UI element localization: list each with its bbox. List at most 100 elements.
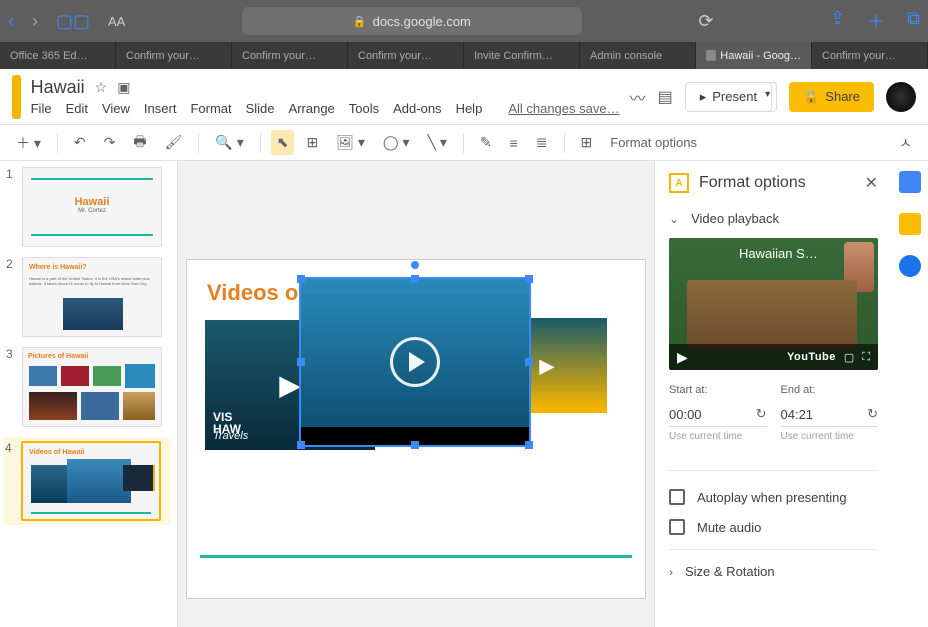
menu-arrange[interactable]: Arrange <box>289 101 335 116</box>
star-icon[interactable]: ☆ <box>95 79 108 96</box>
resize-handle[interactable] <box>525 358 533 366</box>
border-color-button[interactable]: ✎ <box>474 130 498 155</box>
url-text: docs.google.com <box>373 14 471 29</box>
side-rail <box>892 161 928 627</box>
crop-button[interactable]: ⊞ <box>575 130 599 155</box>
start-at-field[interactable] <box>669 407 729 422</box>
new-slide-button[interactable]: ＋ ▾ <box>10 129 47 157</box>
menu-addons[interactable]: Add-ons <box>393 101 441 116</box>
reload-icon[interactable]: ⟳ <box>698 11 713 32</box>
reset-icon[interactable]: ↻ <box>756 406 767 422</box>
shape-button[interactable]: ◯ ▾ <box>377 130 416 155</box>
video-preview[interactable]: Hawaiian S… ▶ YouTube ▢ ⛶ <box>669 238 878 370</box>
use-current-time-end[interactable]: Use current time <box>781 431 879 442</box>
app-header: Hawaii ☆ ▣ File Edit View Insert Format … <box>0 69 928 125</box>
resize-handle[interactable] <box>297 275 305 283</box>
share-sheet-icon[interactable]: ⇪ <box>830 8 845 34</box>
print-button[interactable]: 🖶 <box>127 127 152 159</box>
redo-button[interactable]: ↷ <box>98 130 122 155</box>
tabs-overview-icon[interactable]: ⧉ <box>907 8 920 34</box>
menu-edit[interactable]: Edit <box>66 101 88 116</box>
start-at-input[interactable]: ↻ <box>669 402 767 427</box>
resize-handle[interactable] <box>525 441 533 449</box>
select-tool-button[interactable]: ⬉ <box>271 130 295 155</box>
slides-logo-icon[interactable] <box>12 75 21 119</box>
browser-tab[interactable]: Confirm your… <box>348 42 464 69</box>
forward-icon[interactable]: › <box>32 11 38 32</box>
menu-file[interactable]: File <box>31 101 52 116</box>
move-folder-icon[interactable]: ▣ <box>117 79 130 96</box>
resize-handle[interactable] <box>525 275 533 283</box>
browser-tab[interactable]: Confirm your… <box>116 42 232 69</box>
save-status[interactable]: All changes save… <box>508 101 619 116</box>
use-current-time-start[interactable]: Use current time <box>669 431 767 442</box>
comments-icon[interactable]: ▤ <box>658 87 673 107</box>
explore-icon[interactable]: 〰 <box>630 85 646 109</box>
resize-handle[interactable] <box>411 441 419 449</box>
end-at-input[interactable]: ↻ <box>781 402 879 427</box>
rotate-handle[interactable] <box>411 261 419 269</box>
paint-format-button[interactable]: 🖌 <box>159 130 189 155</box>
new-tab-icon[interactable]: ＋ <box>867 8 885 34</box>
autoplay-checkbox[interactable]: Autoplay when presenting <box>669 489 878 505</box>
browser-tab-active[interactable]: Hawaii - Goog… <box>696 42 812 69</box>
youtube-logo[interactable]: YouTube <box>787 351 836 363</box>
browser-tabstrip: Office 365 Ed… Confirm your… Confirm you… <box>0 42 928 69</box>
tasks-icon[interactable] <box>899 255 921 277</box>
document-title[interactable]: Hawaii <box>31 77 85 98</box>
address-bar[interactable]: 🔒 docs.google.com <box>242 7 582 35</box>
bookmarks-icon[interactable]: ▢▢ <box>56 11 90 32</box>
collapse-toolbar-button[interactable]: ㅅ <box>893 129 918 157</box>
video-playback-section[interactable]: ⌄ Video playback <box>669 211 878 226</box>
chevron-down-icon: ⌄ <box>669 212 679 226</box>
textbox-button[interactable]: ⊞ <box>300 130 324 155</box>
keep-icon[interactable] <box>899 213 921 235</box>
menu-tools[interactable]: Tools <box>349 101 379 116</box>
fullscreen-icon[interactable]: ⛶ <box>862 351 870 364</box>
browser-tab[interactable]: Confirm your… <box>232 42 348 69</box>
zoom-button[interactable]: 🔍 ▾ <box>209 130 249 155</box>
present-dropdown[interactable]: ▾ <box>759 82 777 112</box>
back-icon[interactable]: ‹ <box>8 11 14 32</box>
browser-tab[interactable]: Office 365 Ed… <box>0 42 116 69</box>
browser-tab[interactable]: Confirm your… <box>812 42 928 69</box>
slide-thumbnail[interactable]: Pictures of Hawaii <box>22 347 162 427</box>
resize-handle[interactable] <box>297 441 305 449</box>
browser-tab[interactable]: Invite Confirm… <box>464 42 580 69</box>
undo-button[interactable]: ↶ <box>68 130 92 155</box>
account-avatar[interactable] <box>886 82 916 112</box>
menu-view[interactable]: View <box>102 101 130 116</box>
format-options-button[interactable]: Format options <box>604 131 703 154</box>
border-weight-button[interactable]: ≡ <box>504 131 524 155</box>
image-button[interactable]: 🖼 ▾ <box>330 130 371 155</box>
share-button[interactable]: 🔒 Share <box>789 82 874 112</box>
play-icon[interactable]: ▶ <box>677 349 688 366</box>
menu-help[interactable]: Help <box>456 101 483 116</box>
close-icon[interactable]: ✕ <box>865 173 878 193</box>
mute-audio-checkbox[interactable]: Mute audio <box>669 519 878 535</box>
slide-canvas[interactable]: Videos of Hawaii ▶ VIS HAW Travels ▶ <box>178 161 654 627</box>
slide-thumbnail-active[interactable]: Videos of Hawaii <box>21 441 161 521</box>
menu-insert[interactable]: Insert <box>144 101 177 116</box>
youtube-controls: ▶ YouTube ▢ ⛶ <box>669 344 878 370</box>
end-at-field[interactable] <box>781 407 841 422</box>
selected-video[interactable] <box>299 277 531 447</box>
slide-thumbnail[interactable]: Hawaii Mr. Cortez <box>22 167 162 247</box>
cast-icon[interactable]: ▢ <box>844 351 854 364</box>
reset-icon[interactable]: ↻ <box>867 406 878 422</box>
calendar-icon[interactable] <box>899 171 921 193</box>
thumbnail-number: 4 <box>5 441 15 521</box>
border-dash-button[interactable]: ≣ <box>530 130 554 155</box>
reader-font-icon[interactable]: AA <box>108 14 125 29</box>
play-button[interactable] <box>390 337 440 387</box>
menu-slide[interactable]: Slide <box>246 101 275 116</box>
play-icon: ▶ <box>279 369 301 402</box>
size-rotation-section[interactable]: › Size & Rotation <box>669 549 878 579</box>
slide-thumbnail[interactable]: Where is Hawaii? Hawaii is a part of the… <box>22 257 162 337</box>
checkbox-icon <box>669 519 685 535</box>
resize-handle[interactable] <box>297 358 305 366</box>
menu-format[interactable]: Format <box>190 101 231 116</box>
line-button[interactable]: ╲ ▾ <box>422 130 453 155</box>
browser-tab[interactable]: Admin console <box>580 42 696 69</box>
resize-handle[interactable] <box>411 275 419 283</box>
